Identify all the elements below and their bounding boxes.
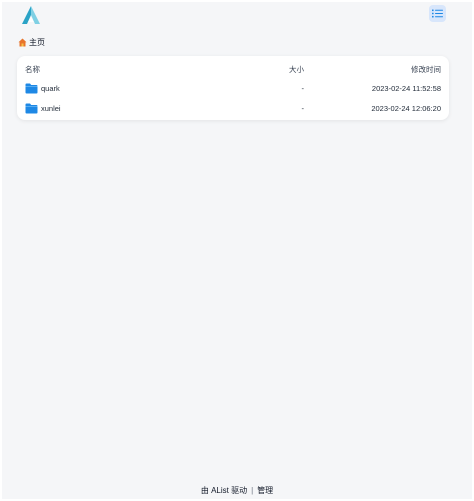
list-view-icon bbox=[432, 9, 443, 18]
header-modified[interactable]: 修改时间 bbox=[411, 59, 441, 79]
file-row-xunlei[interactable]: xunlei - 2023-02-24 12:06:20 bbox=[17, 98, 449, 118]
file-modified: 2023-02-24 11:52:58 bbox=[371, 83, 441, 93]
header bbox=[2, 2, 472, 28]
breadcrumb: 主页 bbox=[18, 35, 45, 49]
list-view-button[interactable] bbox=[429, 5, 446, 22]
file-modified: 2023-02-24 12:06:20 bbox=[371, 103, 441, 113]
header-name[interactable]: 名称 bbox=[25, 59, 40, 79]
file-row-quark[interactable]: quark - 2023-02-24 11:52:58 bbox=[17, 78, 449, 98]
file-name: xunlei bbox=[41, 103, 61, 113]
file-list: 名称 大小 修改时间 quark - 2023-02-24 11:52:58 x… bbox=[17, 56, 449, 120]
app-page: 主页 名称 大小 修改时间 quark - 2023-02-24 11:52:5… bbox=[2, 2, 472, 499]
powered-by-link[interactable]: 由 AList 驱动 bbox=[201, 485, 247, 496]
footer: 由 AList 驱动 | 管理 bbox=[2, 484, 472, 496]
file-size: - bbox=[301, 83, 305, 93]
folder-icon bbox=[25, 83, 38, 94]
file-list-header: 名称 大小 修改时间 bbox=[17, 59, 449, 79]
header-size[interactable]: 大小 bbox=[289, 59, 304, 79]
folder-icon bbox=[25, 103, 38, 114]
footer-separator: | bbox=[251, 485, 254, 495]
alist-logo-icon[interactable] bbox=[20, 5, 42, 25]
file-name: quark bbox=[41, 83, 60, 93]
manage-link[interactable]: 管理 bbox=[257, 485, 273, 496]
file-size: - bbox=[301, 103, 305, 113]
home-icon[interactable] bbox=[18, 38, 27, 47]
breadcrumb-home-link[interactable]: 主页 bbox=[29, 37, 45, 48]
